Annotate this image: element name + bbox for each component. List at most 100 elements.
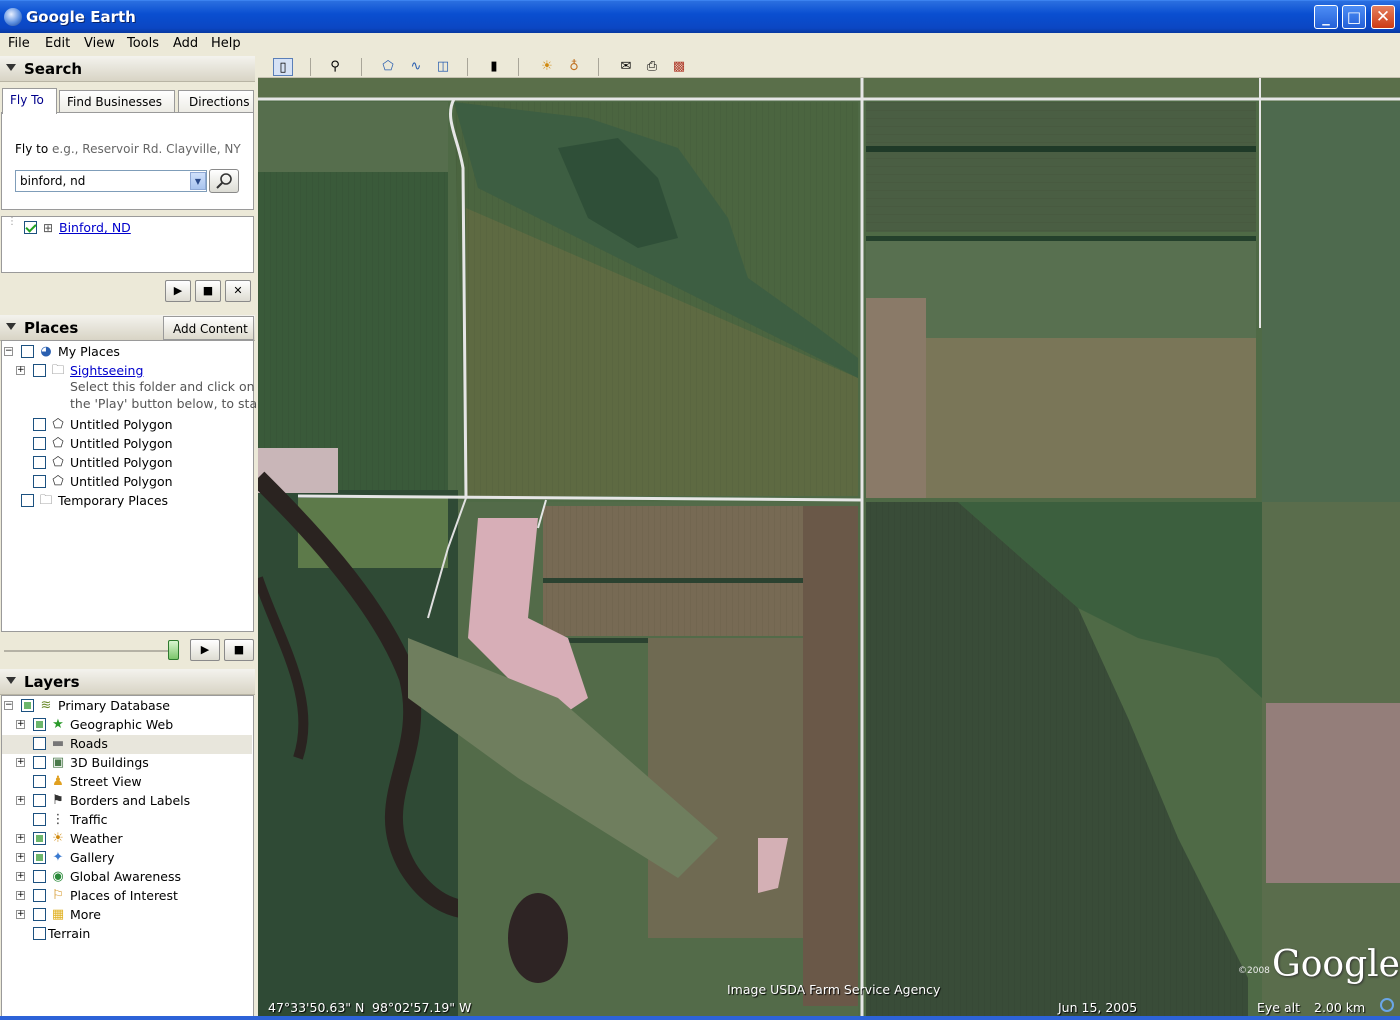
layers-panel-header[interactable]: Layers (0, 669, 255, 695)
tour-speed-slider[interactable] (4, 650, 174, 652)
print-icon[interactable]: ⎙ (642, 58, 662, 76)
tree-item-polygon[interactable]: ⬠ Untitled Polygon (2, 435, 252, 454)
layer-roads[interactable]: ▬ Roads (2, 735, 252, 754)
layer-checkbox[interactable] (33, 756, 46, 769)
layer-global-awareness[interactable]: + ◉ Global Awareness (2, 868, 252, 887)
planet-switch-icon[interactable]: ♁ (564, 58, 584, 76)
expand-icon[interactable]: + (16, 891, 25, 900)
places-play-button[interactable]: ▶ (190, 639, 220, 661)
layer-checkbox[interactable] (33, 851, 46, 864)
result-item[interactable]: ⋮ ⊞ Binford, ND (6, 216, 246, 238)
image-overlay-icon[interactable]: ◫ (433, 58, 453, 76)
ruler-icon[interactable]: ▮ (484, 58, 504, 76)
menu-edit[interactable]: Edit (45, 36, 70, 51)
add-content-button[interactable]: Add Content (163, 316, 254, 340)
layer-gallery[interactable]: + ✦ Gallery (2, 849, 252, 868)
layer-3d-buildings[interactable]: + ▣ 3D Buildings (2, 754, 252, 773)
layer-checkbox[interactable] (33, 908, 46, 921)
close-button[interactable]: ✕ (1371, 5, 1395, 29)
layer-checkbox[interactable] (33, 794, 46, 807)
layer-checkbox[interactable] (33, 870, 46, 883)
play-button[interactable]: ▶ (165, 280, 191, 302)
email-icon[interactable]: ✉ (616, 58, 636, 76)
tab-directions[interactable]: Directions (178, 90, 254, 113)
layer-more[interactable]: + ▦ More (2, 906, 252, 925)
expand-icon[interactable]: + (16, 834, 25, 843)
layer-checkbox[interactable] (21, 699, 34, 712)
tree-item-polygon[interactable]: ⬠ Untitled Polygon (2, 454, 252, 473)
expand-icon[interactable]: + (16, 853, 25, 862)
layer-borders-labels[interactable]: + ⚑ Borders and Labels (2, 792, 252, 811)
layer-checkbox[interactable] (33, 775, 46, 788)
polygon-checkbox[interactable] (33, 475, 46, 488)
satellite-imagery (258, 78, 1400, 1018)
layer-checkbox[interactable] (33, 813, 46, 826)
search-panel-header[interactable]: Search (0, 56, 255, 82)
fly-to-panel: Fly to e.g., Reservoir Rd. Clayville, NY… (1, 112, 254, 210)
expand-icon[interactable]: + (16, 796, 25, 805)
menu-help[interactable]: Help (211, 36, 241, 51)
tree-item-temporary-places[interactable]: 🗀 Temporary Places (2, 492, 252, 511)
menu-tools[interactable]: Tools (127, 36, 159, 51)
collapse-icon[interactable]: − (4, 701, 13, 710)
menu-file[interactable]: File (8, 36, 30, 51)
window-bottom-border (0, 1016, 1400, 1020)
result-link[interactable]: Binford, ND (59, 220, 131, 235)
layer-geographic-web[interactable]: + ★ Geographic Web (2, 716, 252, 735)
temporary-places-checkbox[interactable] (21, 494, 34, 507)
expand-icon[interactable]: + (16, 872, 25, 881)
layer-weather[interactable]: + ☀ Weather (2, 830, 252, 849)
tree-item-polygon[interactable]: ⬠ Untitled Polygon (2, 416, 252, 435)
collapse-icon[interactable]: − (4, 347, 13, 356)
maximize-button[interactable]: □ (1342, 5, 1366, 29)
polygon-checkbox[interactable] (33, 418, 46, 431)
layer-checkbox[interactable] (33, 927, 46, 940)
tree-item-polygon[interactable]: ⬠ Untitled Polygon (2, 473, 252, 492)
sunlight-icon[interactable]: ☀ (537, 58, 557, 76)
stop-button[interactable]: ■ (195, 280, 221, 302)
menu-add[interactable]: Add (173, 36, 198, 51)
add-placemark-icon[interactable]: ⚲ (325, 58, 345, 76)
search-input[interactable]: binford, nd (15, 170, 207, 192)
tree-item-label[interactable]: Sightseeing (70, 363, 143, 378)
expand-icon[interactable]: + (16, 758, 25, 767)
search-history-dropdown[interactable]: ▼ (190, 172, 206, 190)
tab-fly-to[interactable]: Fly To (2, 88, 57, 114)
sightseeing-checkbox[interactable] (33, 364, 46, 377)
layer-primary-database[interactable]: − ≋ Primary Database (2, 697, 252, 716)
tour-speed-slider-handle[interactable] (168, 640, 179, 660)
google-maps-icon[interactable]: ▩ (669, 58, 689, 76)
clear-results-button[interactable]: ✕ (225, 280, 251, 302)
flag-icon: ⚑ (52, 793, 64, 808)
layer-places-of-interest[interactable]: + ⚐ Places of Interest (2, 887, 252, 906)
layer-terrain[interactable]: Terrain (2, 925, 252, 944)
tab-find-businesses[interactable]: Find Businesses (59, 90, 175, 113)
menu-view[interactable]: View (84, 36, 115, 51)
layer-checkbox[interactable] (33, 737, 46, 750)
polygon-checkbox[interactable] (33, 456, 46, 469)
tree-item-my-places[interactable]: − ◕ My Places (2, 343, 252, 362)
polygon-icon: ⬠ (52, 455, 64, 470)
expand-icon[interactable]: + (16, 910, 25, 919)
tree-item-label: Temporary Places (58, 493, 169, 508)
result-checkbox[interactable] (24, 221, 37, 234)
search-button[interactable] (209, 169, 239, 193)
layer-traffic[interactable]: ⋮ Traffic (2, 811, 252, 830)
add-polygon-icon[interactable]: ⬠ (378, 58, 398, 76)
expand-icon[interactable]: + (16, 720, 25, 729)
layer-checkbox[interactable] (33, 718, 46, 731)
polygon-checkbox[interactable] (33, 437, 46, 450)
minimize-button[interactable]: _ (1314, 5, 1338, 29)
polygon-icon: ⬠ (52, 417, 64, 432)
layer-street-view[interactable]: ♟ Street View (2, 773, 252, 792)
layer-checkbox[interactable] (33, 889, 46, 902)
my-places-checkbox[interactable] (21, 345, 34, 358)
layer-label: Weather (70, 831, 123, 846)
sidebar-toggle-icon[interactable]: ▯ (273, 58, 293, 76)
expand-icon[interactable]: + (16, 366, 25, 375)
folder-icon: 🗀 (39, 493, 53, 508)
map-view[interactable]: N Google ©2008 (258, 78, 1400, 1018)
places-stop-button[interactable]: ■ (224, 639, 254, 661)
add-path-icon[interactable]: ∿ (406, 58, 426, 76)
layer-checkbox[interactable] (33, 832, 46, 845)
